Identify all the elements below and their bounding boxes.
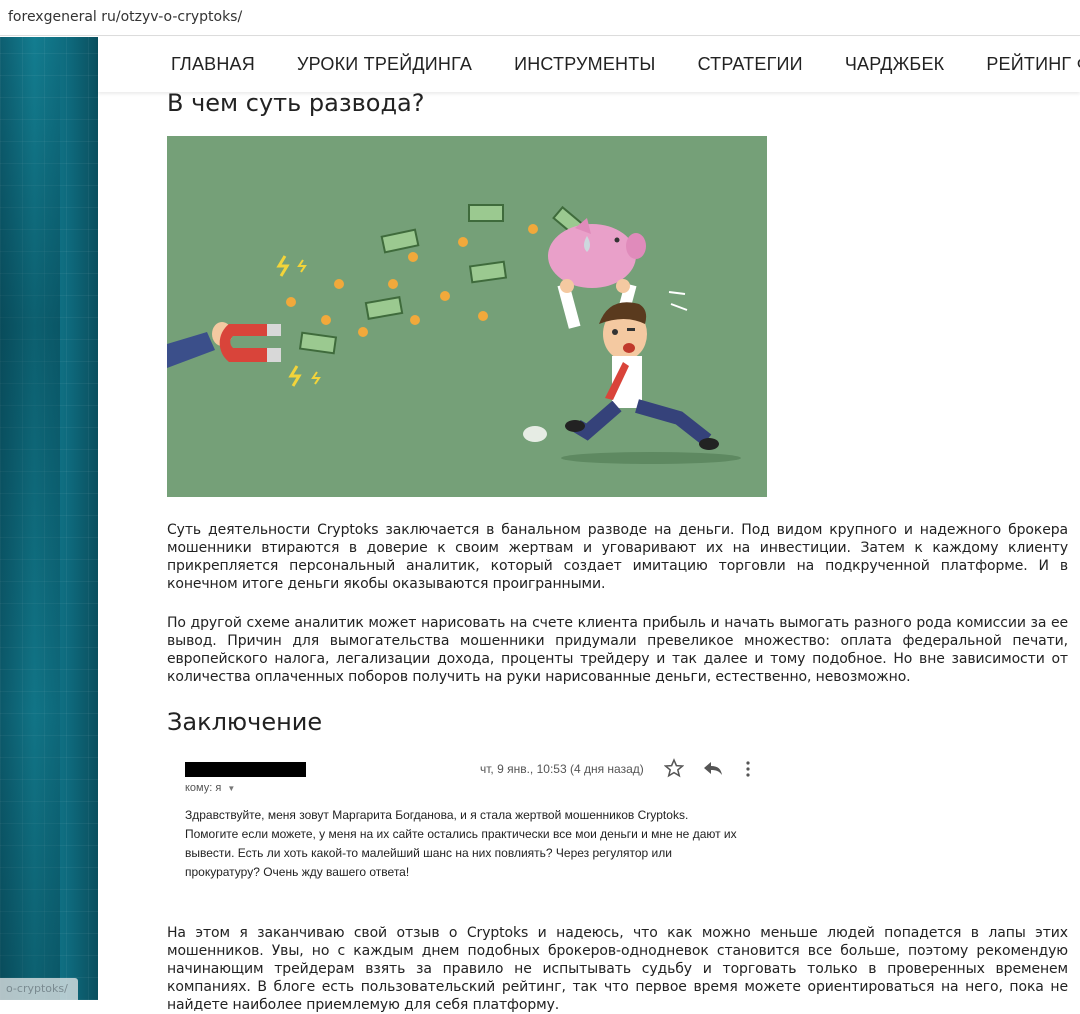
paragraph-conclusion: На этом я заканчиваю свой отзыв о Crypto…: [167, 925, 1068, 1013]
email-line: Здравствуйте, меня зовут Маргарита Богда…: [185, 808, 689, 822]
nav-item-chargeback[interactable]: ЧАРДЖБЕК: [845, 54, 945, 75]
nav-item-lessons[interactable]: УРОКИ ТРЕЙДИНГА: [297, 54, 472, 75]
main-nav: ГЛАВНАЯ УРОКИ ТРЕЙДИНГА ИНСТРУМЕНТЫ СТРА…: [98, 37, 1080, 92]
article-illustration: [167, 136, 767, 497]
nav-item-strategies[interactable]: СТРАТЕГИИ: [698, 54, 803, 75]
email-body: Здравствуйте, меня зовут Маргарита Богда…: [185, 806, 765, 882]
redacted-sender: [185, 762, 306, 777]
section-heading-scam: В чем суть развода?: [167, 89, 425, 117]
paragraph-other-scheme: По другой схеме аналитик может нарисоват…: [167, 615, 1068, 685]
email-recipient-text: кому: я: [185, 782, 222, 794]
nav-item-home[interactable]: ГЛАВНАЯ: [171, 54, 255, 75]
reply-icon[interactable]: [702, 758, 724, 778]
more-vertical-icon[interactable]: [743, 760, 753, 778]
star-icon[interactable]: [664, 758, 684, 778]
email-line: вывести. Есть ли хоть какой-то малейший …: [185, 846, 672, 860]
email-screenshot: чт, 9 янв., 10:53 (4 дня назад) кому: я …: [175, 752, 775, 892]
link-status-tooltip: o-cryptoks/: [0, 978, 78, 1000]
nav-item-rating[interactable]: РЕЙТИНГ ФОРЕКС: [986, 54, 1080, 75]
email-recipient: кому: я ▼: [185, 782, 235, 794]
section-heading-conclusion: Заключение: [167, 708, 323, 736]
email-line: Помогите если можете, у меня на их сайте…: [185, 827, 737, 841]
page-background: [0, 37, 98, 1000]
paragraph-scam-essence: Суть деятельности Cryptoks заключается в…: [167, 522, 1068, 592]
illustration-svg: [167, 136, 767, 497]
url-text[interactable]: forexgeneral ru/otzyv-o-cryptoks/: [8, 9, 242, 25]
nav-item-tools[interactable]: ИНСТРУМЕНТЫ: [514, 54, 656, 75]
email-line: прокуратуру? Очень жду вашего ответа!: [185, 865, 410, 879]
chevron-down-icon[interactable]: ▼: [227, 784, 235, 793]
address-bar[interactable]: forexgeneral ru/otzyv-o-cryptoks/: [0, 0, 1080, 36]
email-date: чт, 9 янв., 10:53 (4 дня назад): [480, 762, 644, 776]
